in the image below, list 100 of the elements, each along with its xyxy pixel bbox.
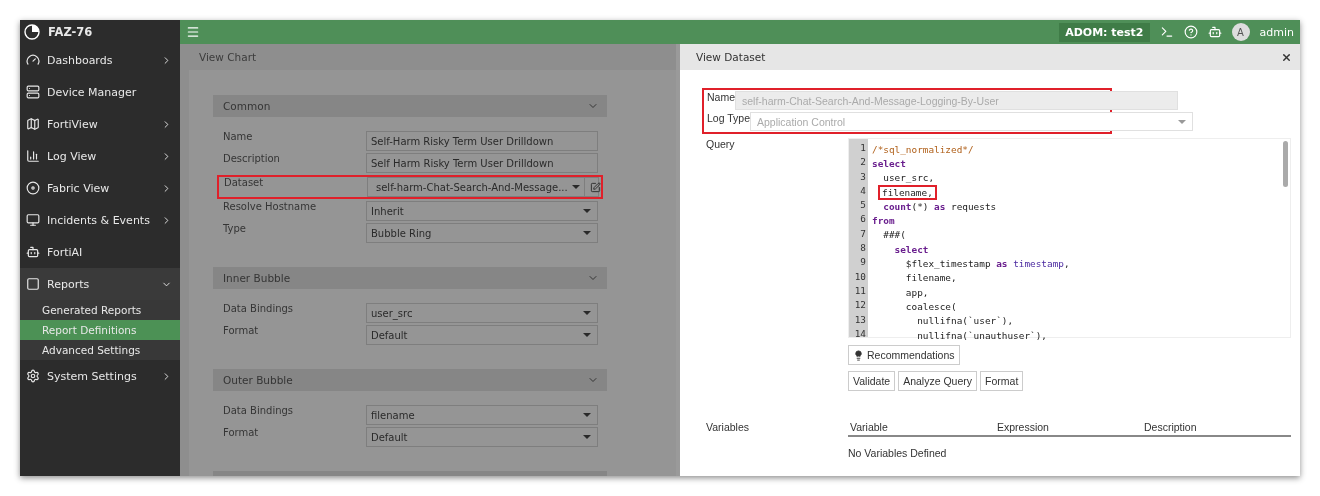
- line-number: 9: [859, 256, 867, 270]
- sidebar-item[interactable]: Device Manager: [20, 76, 180, 108]
- caret-icon: [583, 333, 591, 337]
- edit-icon[interactable]: [589, 181, 601, 193]
- section-title: Common: [223, 100, 271, 112]
- line-number: 10: [853, 270, 867, 284]
- line-number: 2: [859, 156, 867, 170]
- line-number: 11: [853, 284, 867, 298]
- field-label: Data Bindings: [223, 405, 295, 416]
- field-label: Format: [223, 427, 260, 438]
- code-line: coalesce(: [904, 299, 958, 314]
- user-menu[interactable]: admin: [1259, 25, 1294, 39]
- line-number: 1: [859, 142, 867, 155]
- sidebar-item[interactable]: System Settings: [20, 360, 180, 392]
- sidebar-item[interactable]: FortiAI: [20, 236, 180, 268]
- pie-chart-logo-icon: [24, 24, 40, 40]
- text-field[interactable]: Self Harm Risky Term User Drilldown: [366, 153, 598, 173]
- select-field[interactable]: filename: [366, 405, 598, 425]
- code-line: select: [893, 242, 930, 257]
- code-line: count(*) as requests: [882, 199, 998, 214]
- line-number: 5: [859, 199, 867, 213]
- text-field[interactable]: Self-Harm Risky Term User Drilldown: [366, 131, 598, 151]
- select-field[interactable]: self-harm-Chat-Search-And-Message...: [367, 177, 599, 197]
- field-label: Type: [223, 223, 247, 234]
- terminal-icon[interactable]: [1159, 25, 1174, 39]
- select-field[interactable]: Default: [366, 325, 598, 345]
- sidebar-item[interactable]: FortiView: [20, 108, 180, 140]
- field-label: Data Bindings: [223, 303, 295, 314]
- adom-badge[interactable]: ADOM: test2: [1059, 22, 1150, 42]
- app-title: FAZ-76: [48, 25, 93, 39]
- lightbulb-icon: [853, 349, 864, 361]
- caret-icon: [583, 209, 591, 213]
- line-number: 13: [853, 313, 867, 327]
- line-number: 14: [853, 327, 867, 341]
- section-header[interactable]: Common: [213, 95, 607, 117]
- section-title: Outer Bubble: [223, 374, 293, 386]
- line-number: 4: [859, 184, 867, 198]
- gauge-icon: [26, 53, 40, 67]
- select-field[interactable]: Default: [366, 427, 598, 447]
- help-icon[interactable]: [1183, 25, 1198, 39]
- select-field[interactable]: Bubble Ring: [366, 223, 598, 243]
- sidebar-subitem[interactable]: Report Definitions: [20, 320, 180, 340]
- action-button[interactable]: Validate: [848, 371, 896, 391]
- monitor-icon: [26, 213, 40, 227]
- code-line: from: [872, 214, 896, 228]
- sidebar-item[interactable]: Log View: [20, 140, 180, 172]
- server-icon: [26, 85, 40, 99]
- column-header: Expression: [997, 421, 1050, 433]
- field-label: Description: [223, 153, 281, 164]
- line-number: 8: [859, 242, 867, 256]
- settings-icon: [26, 369, 40, 383]
- column-header: Description: [1144, 421, 1198, 433]
- code-line: user_src,: [882, 171, 936, 185]
- caret-icon: [1178, 119, 1186, 124]
- scrollbar[interactable]: [1283, 141, 1288, 187]
- section-title: Inner Bubble: [223, 272, 291, 284]
- recommendations-button[interactable]: Recommendations: [848, 345, 960, 365]
- sidebar-item[interactable]: Fabric View: [20, 172, 180, 204]
- user-avatar[interactable]: A: [1231, 23, 1250, 41]
- column-header: Variable: [850, 421, 889, 433]
- sidebar-subitem[interactable]: Advanced Settings: [20, 340, 180, 360]
- bar-chart-icon: [26, 149, 40, 163]
- robot-icon: [26, 245, 40, 259]
- code-line: /*sql_normalized*/: [872, 142, 975, 157]
- code-line: nullifna(`user`),: [916, 314, 1015, 328]
- robot-icon[interactable]: [1207, 25, 1222, 39]
- code-line: select: [872, 156, 907, 171]
- disc-icon: [26, 181, 40, 195]
- caret-icon: [583, 413, 591, 417]
- select-field[interactable]: Inherit: [366, 201, 598, 221]
- field-label: Variables: [706, 421, 750, 433]
- section-header[interactable]: Inner Bubble: [213, 267, 607, 289]
- code-line: $flex_timestamp as timestamp,: [904, 257, 1071, 271]
- sidebar-subitem[interactable]: Generated Reports: [20, 300, 180, 320]
- close-icon[interactable]: [1281, 51, 1292, 63]
- action-button[interactable]: Analyze Query: [898, 371, 978, 391]
- field-label: Resolve Hostname: [223, 201, 318, 212]
- caret-icon: [571, 185, 580, 189]
- caret-icon: [583, 435, 591, 439]
- field-label: Log Type: [707, 112, 750, 124]
- section-header[interactable]: Outer Bubble: [213, 369, 607, 391]
- empty-message: No Variables Defined: [848, 447, 948, 459]
- highlight-frame: filename,: [878, 184, 937, 200]
- field-label: Format: [223, 325, 260, 336]
- menu-icon[interactable]: [186, 25, 200, 39]
- map-icon: [26, 117, 40, 131]
- action-button[interactable]: Format: [980, 371, 1024, 391]
- line-number: 12: [853, 299, 867, 313]
- code-line: nullifna(`unauthuser`),: [916, 328, 1048, 343]
- sidebar-item[interactable]: Reports: [20, 268, 180, 300]
- field-label: Name: [223, 131, 254, 142]
- square-icon: [26, 277, 40, 291]
- code-editor[interactable]: [848, 138, 1291, 338]
- sidebar-item[interactable]: Incidents & Events: [20, 204, 180, 236]
- code-line: app,: [904, 285, 930, 300]
- code-line: ###(: [882, 228, 907, 243]
- dialog-title: View Dataset: [696, 51, 766, 63]
- sidebar-item[interactable]: Dashboards: [20, 44, 180, 76]
- field-label: Dataset: [224, 177, 265, 188]
- select-field[interactable]: user_src: [366, 303, 598, 323]
